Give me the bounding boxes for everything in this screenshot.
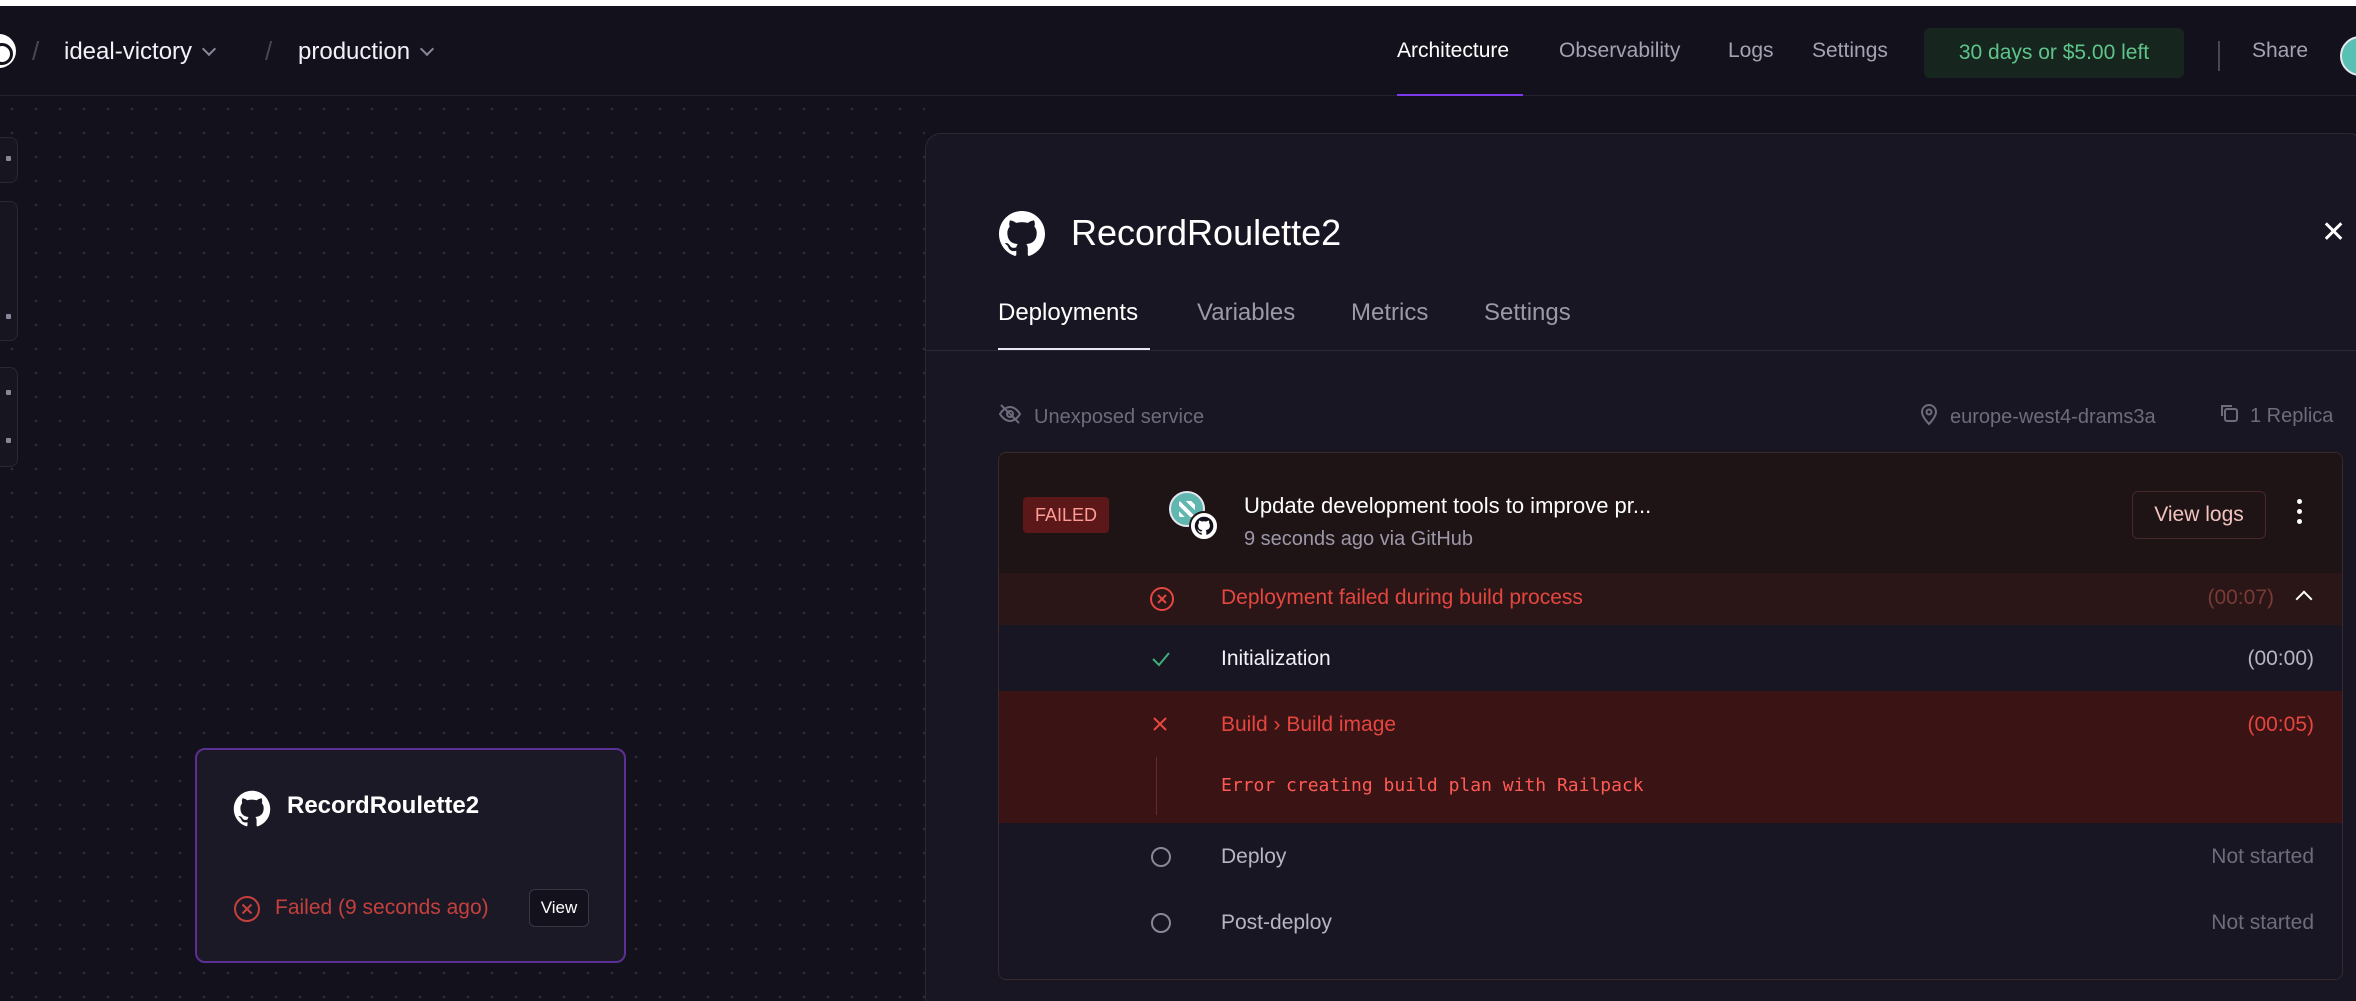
github-icon bbox=[233, 790, 271, 833]
active-nav-indicator bbox=[1397, 94, 1523, 96]
railway-logo-icon[interactable] bbox=[0, 34, 16, 68]
error-circle-icon bbox=[1149, 586, 1175, 617]
step-duration: (00:00) bbox=[2247, 647, 2314, 670]
step-row-build[interactable]: Build › Build image (00:05) Error creati… bbox=[999, 691, 2342, 823]
step-row-deploy[interactable]: Deploy Not started bbox=[999, 823, 2342, 889]
nav-architecture[interactable]: Architecture bbox=[1397, 39, 1509, 63]
panel-title: RecordRoulette2 bbox=[1071, 212, 1342, 253]
user-avatar[interactable] bbox=[2340, 36, 2356, 76]
eye-off-icon bbox=[998, 402, 1022, 432]
service-card-view-button[interactable]: View bbox=[529, 889, 589, 927]
service-card[interactable]: RecordRoulette2 Failed (9 seconds ago) V… bbox=[195, 748, 626, 963]
canvas-zoom-controls[interactable] bbox=[0, 201, 18, 341]
build-error-message: Error creating build plan with Railpack bbox=[1221, 775, 1644, 796]
service-card-name: RecordRoulette2 bbox=[287, 792, 480, 819]
project-name: ideal-victory bbox=[64, 38, 193, 65]
region-info: europe-west4-drams3a bbox=[1918, 402, 2156, 432]
copy-icon bbox=[2218, 402, 2240, 430]
step-duration: (00:05) bbox=[2247, 713, 2314, 736]
close-icon[interactable]: ✕ bbox=[2321, 218, 2346, 248]
tab-variables[interactable]: Variables bbox=[1197, 299, 1295, 327]
summary-label: Deployment failed during build process bbox=[1221, 586, 1583, 609]
tab-metrics[interactable]: Metrics bbox=[1351, 299, 1428, 327]
deployment-card[interactable]: FAILED Update development tools to impro… bbox=[998, 452, 2343, 980]
trial-badge[interactable]: 30 days or $5.00 left bbox=[1924, 28, 2184, 78]
step-duration: Not started bbox=[2211, 911, 2314, 934]
replica-info: 1 Replica bbox=[2218, 402, 2333, 430]
step-label: Build › Build image bbox=[1221, 713, 1397, 736]
summary-duration: (00:07) bbox=[2207, 586, 2274, 609]
layout-tool-icon bbox=[6, 390, 11, 395]
layout-tool-icon bbox=[6, 438, 11, 443]
github-icon bbox=[998, 210, 1046, 263]
x-icon bbox=[1149, 713, 1171, 740]
exposure-label: Unexposed service bbox=[1034, 405, 1205, 428]
github-icon bbox=[1189, 511, 1219, 541]
error-circle-icon bbox=[233, 895, 261, 928]
top-bar: / ideal-victory / production Architectur… bbox=[0, 6, 2356, 96]
deployment-summary-row[interactable]: Deployment failed during build process (… bbox=[999, 573, 2342, 625]
map-pin-icon bbox=[1918, 402, 1940, 432]
status-badge: FAILED bbox=[1023, 497, 1109, 533]
check-icon bbox=[1149, 647, 1173, 676]
step-row-post-deploy[interactable]: Post-deploy Not started bbox=[999, 889, 2342, 979]
deployment-header: FAILED Update development tools to impro… bbox=[999, 453, 2342, 573]
share-button[interactable]: Share bbox=[2252, 39, 2308, 63]
more-options-icon[interactable] bbox=[2295, 499, 2303, 524]
project-selector[interactable]: ideal-victory bbox=[64, 38, 217, 66]
divider bbox=[2218, 41, 2220, 71]
commit-meta: 9 seconds ago via GitHub bbox=[1244, 528, 1474, 550]
commit-message[interactable]: Update development tools to improve pr..… bbox=[1244, 493, 1651, 519]
nav-observability[interactable]: Observability bbox=[1559, 39, 1680, 63]
step-label: Post-deploy bbox=[1221, 911, 1332, 934]
service-details-panel: RecordRoulette2 ✕ Deployments Variables … bbox=[925, 133, 2356, 1001]
breadcrumb-separator: / bbox=[265, 36, 273, 66]
step-label: Deploy bbox=[1221, 845, 1287, 868]
tab-deployments[interactable]: Deployments bbox=[998, 299, 1138, 327]
chevron-down-icon bbox=[420, 41, 435, 57]
error-connector bbox=[1156, 757, 1157, 815]
step-label: Initialization bbox=[1221, 647, 1331, 670]
region-label: europe-west4-drams3a bbox=[1950, 405, 2156, 428]
service-card-status: Failed (9 seconds ago) bbox=[275, 896, 489, 919]
environment-selector[interactable]: production bbox=[298, 38, 435, 66]
replica-label: 1 Replica bbox=[2250, 404, 2334, 427]
environment-name: production bbox=[298, 38, 411, 65]
exposure-status: Unexposed service bbox=[998, 402, 1204, 432]
canvas-layout-controls[interactable] bbox=[0, 367, 18, 467]
canvas-toolbar-group[interactable] bbox=[0, 137, 18, 183]
nav-settings[interactable]: Settings bbox=[1812, 39, 1888, 63]
nav-logs[interactable]: Logs bbox=[1728, 39, 1774, 63]
step-duration: Not started bbox=[2211, 845, 2314, 868]
chevron-up-icon[interactable] bbox=[2295, 590, 2313, 608]
toolbar-tool-icon bbox=[6, 156, 11, 161]
breadcrumb-separator: / bbox=[32, 36, 40, 66]
tab-settings[interactable]: Settings bbox=[1484, 299, 1571, 327]
tabs-divider bbox=[926, 350, 2356, 351]
step-row-initialization[interactable]: Initialization (00:00) bbox=[999, 625, 2342, 691]
architecture-canvas[interactable]: RecordRoulette2 Failed (9 seconds ago) V… bbox=[0, 97, 925, 1001]
view-logs-button[interactable]: View logs bbox=[2132, 491, 2266, 539]
pending-circle-icon bbox=[1149, 845, 1173, 874]
zoom-tool-icon bbox=[6, 314, 11, 319]
chevron-down-icon bbox=[201, 41, 217, 57]
pending-circle-icon bbox=[1149, 911, 1173, 940]
